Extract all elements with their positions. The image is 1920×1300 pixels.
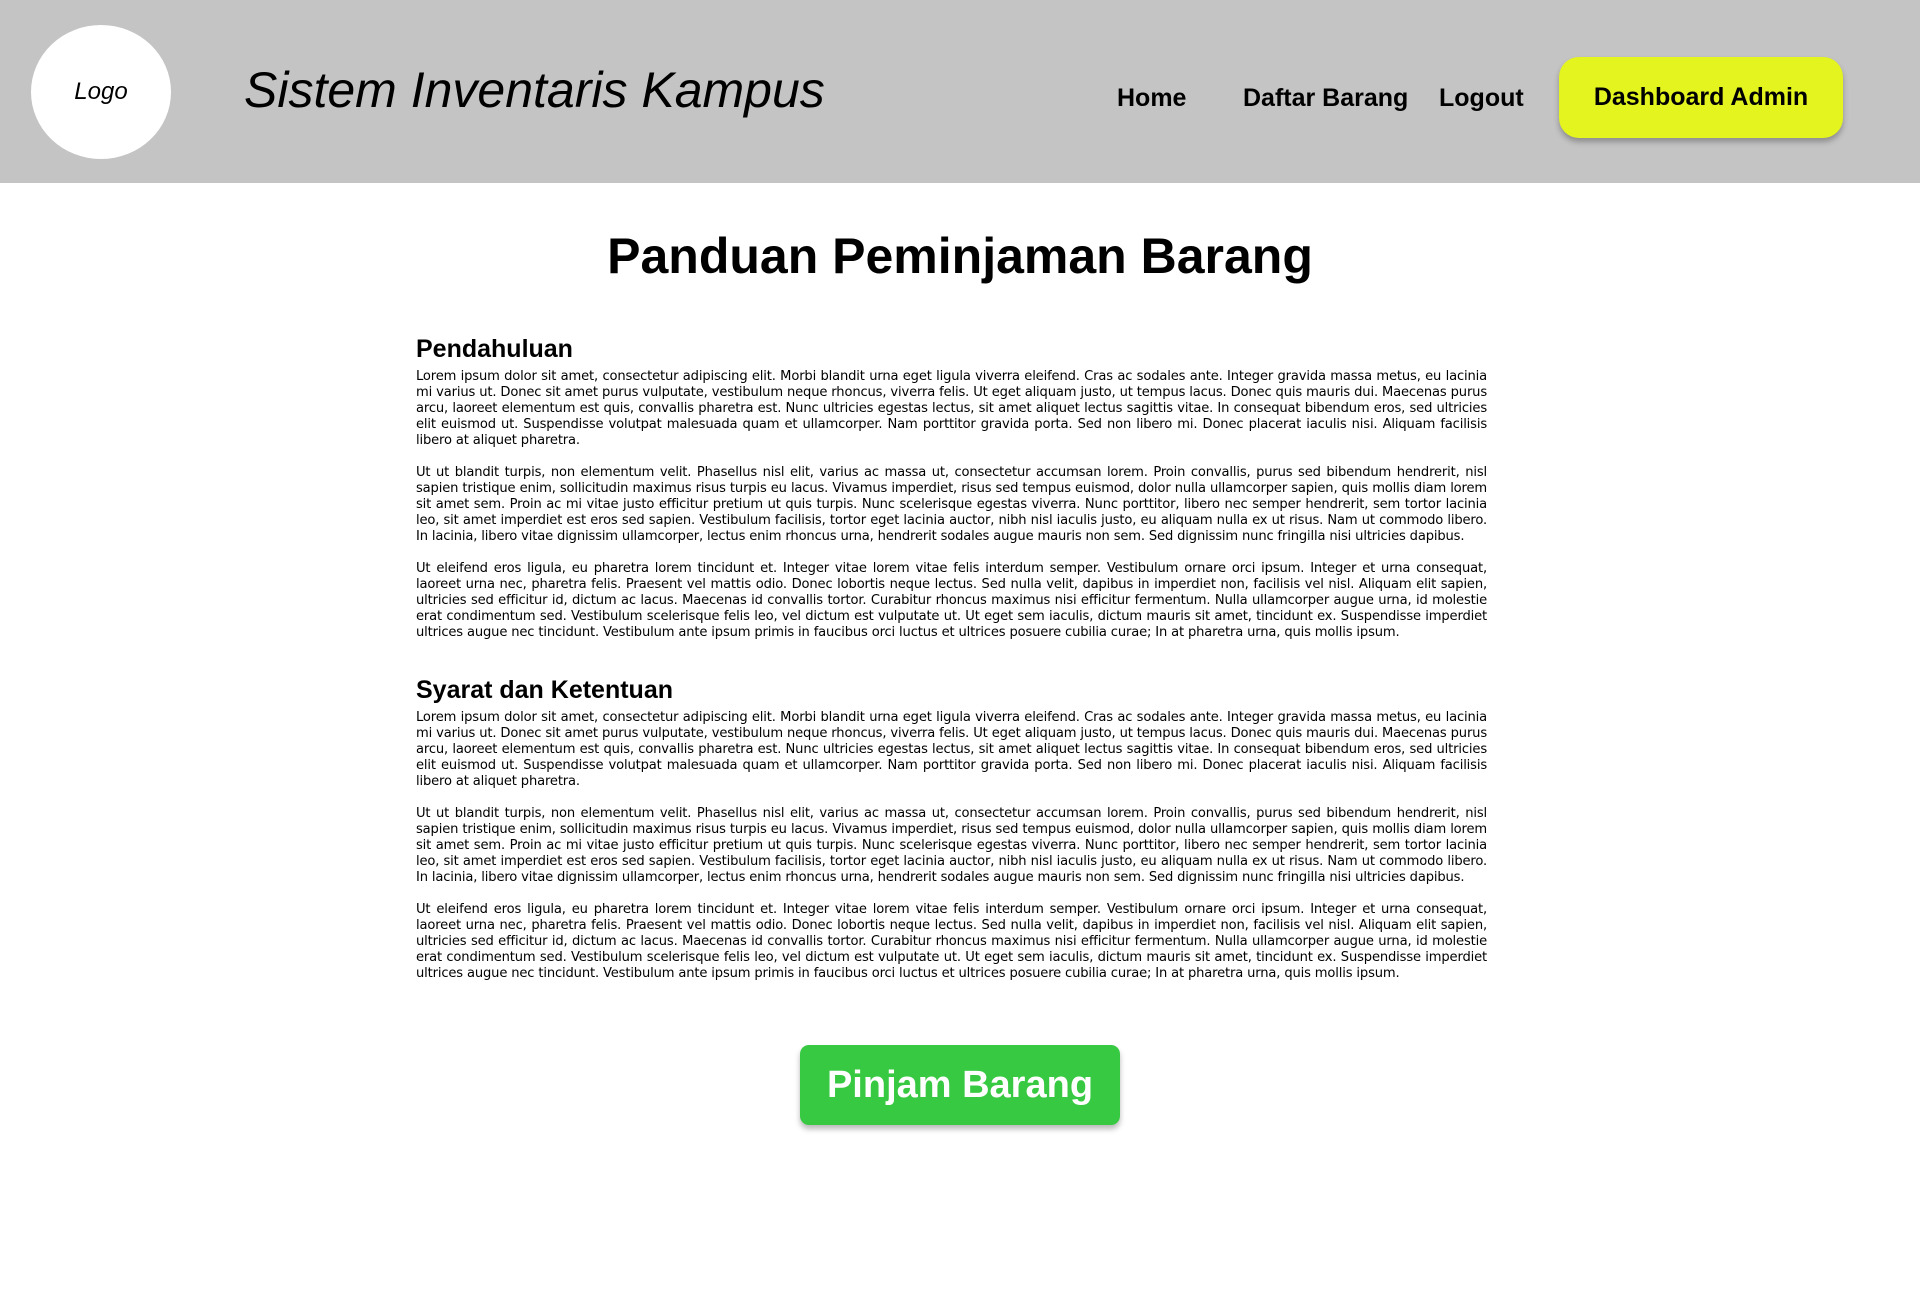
nav-home-link[interactable]: Home bbox=[1117, 82, 1186, 114]
section-heading: Syarat dan Ketentuan bbox=[416, 676, 674, 704]
page-title: Panduan Peminjaman Barang bbox=[607, 228, 1313, 284]
top-header: Logo Sistem Inventaris Kampus Home Dafta… bbox=[0, 0, 1920, 183]
nav-logout-link[interactable]: Logout bbox=[1439, 82, 1524, 114]
section-heading: Pendahuluan bbox=[416, 335, 573, 363]
guide-content: Pendahuluan Lorem ipsum dolor sit amet, … bbox=[416, 333, 1487, 998]
section-paragraph: Ut eleifend eros ligula, eu pharetra lor… bbox=[416, 902, 1487, 981]
app-title: Sistem Inventaris Kampus bbox=[244, 62, 825, 118]
dashboard-admin-button[interactable]: Dashboard Admin bbox=[1559, 57, 1843, 138]
section-syarat-ketentuan: Syarat dan Ketentuan Lorem ipsum dolor s… bbox=[416, 674, 1487, 982]
logo[interactable]: Logo bbox=[31, 25, 171, 159]
section-paragraph: Ut ut blandit turpis, non elementum veli… bbox=[416, 465, 1487, 544]
section-paragraph: Lorem ipsum dolor sit amet, consectetur … bbox=[416, 369, 1487, 448]
section-paragraph: Ut ut blandit turpis, non elementum veli… bbox=[416, 806, 1487, 885]
section-pendahuluan: Pendahuluan Lorem ipsum dolor sit amet, … bbox=[416, 333, 1487, 641]
pinjam-barang-button[interactable]: Pinjam Barang bbox=[800, 1045, 1120, 1125]
section-paragraph: Lorem ipsum dolor sit amet, consectetur … bbox=[416, 710, 1487, 789]
nav-daftar-barang-link[interactable]: Daftar Barang bbox=[1243, 82, 1408, 114]
section-paragraph: Ut eleifend eros ligula, eu pharetra lor… bbox=[416, 561, 1487, 640]
